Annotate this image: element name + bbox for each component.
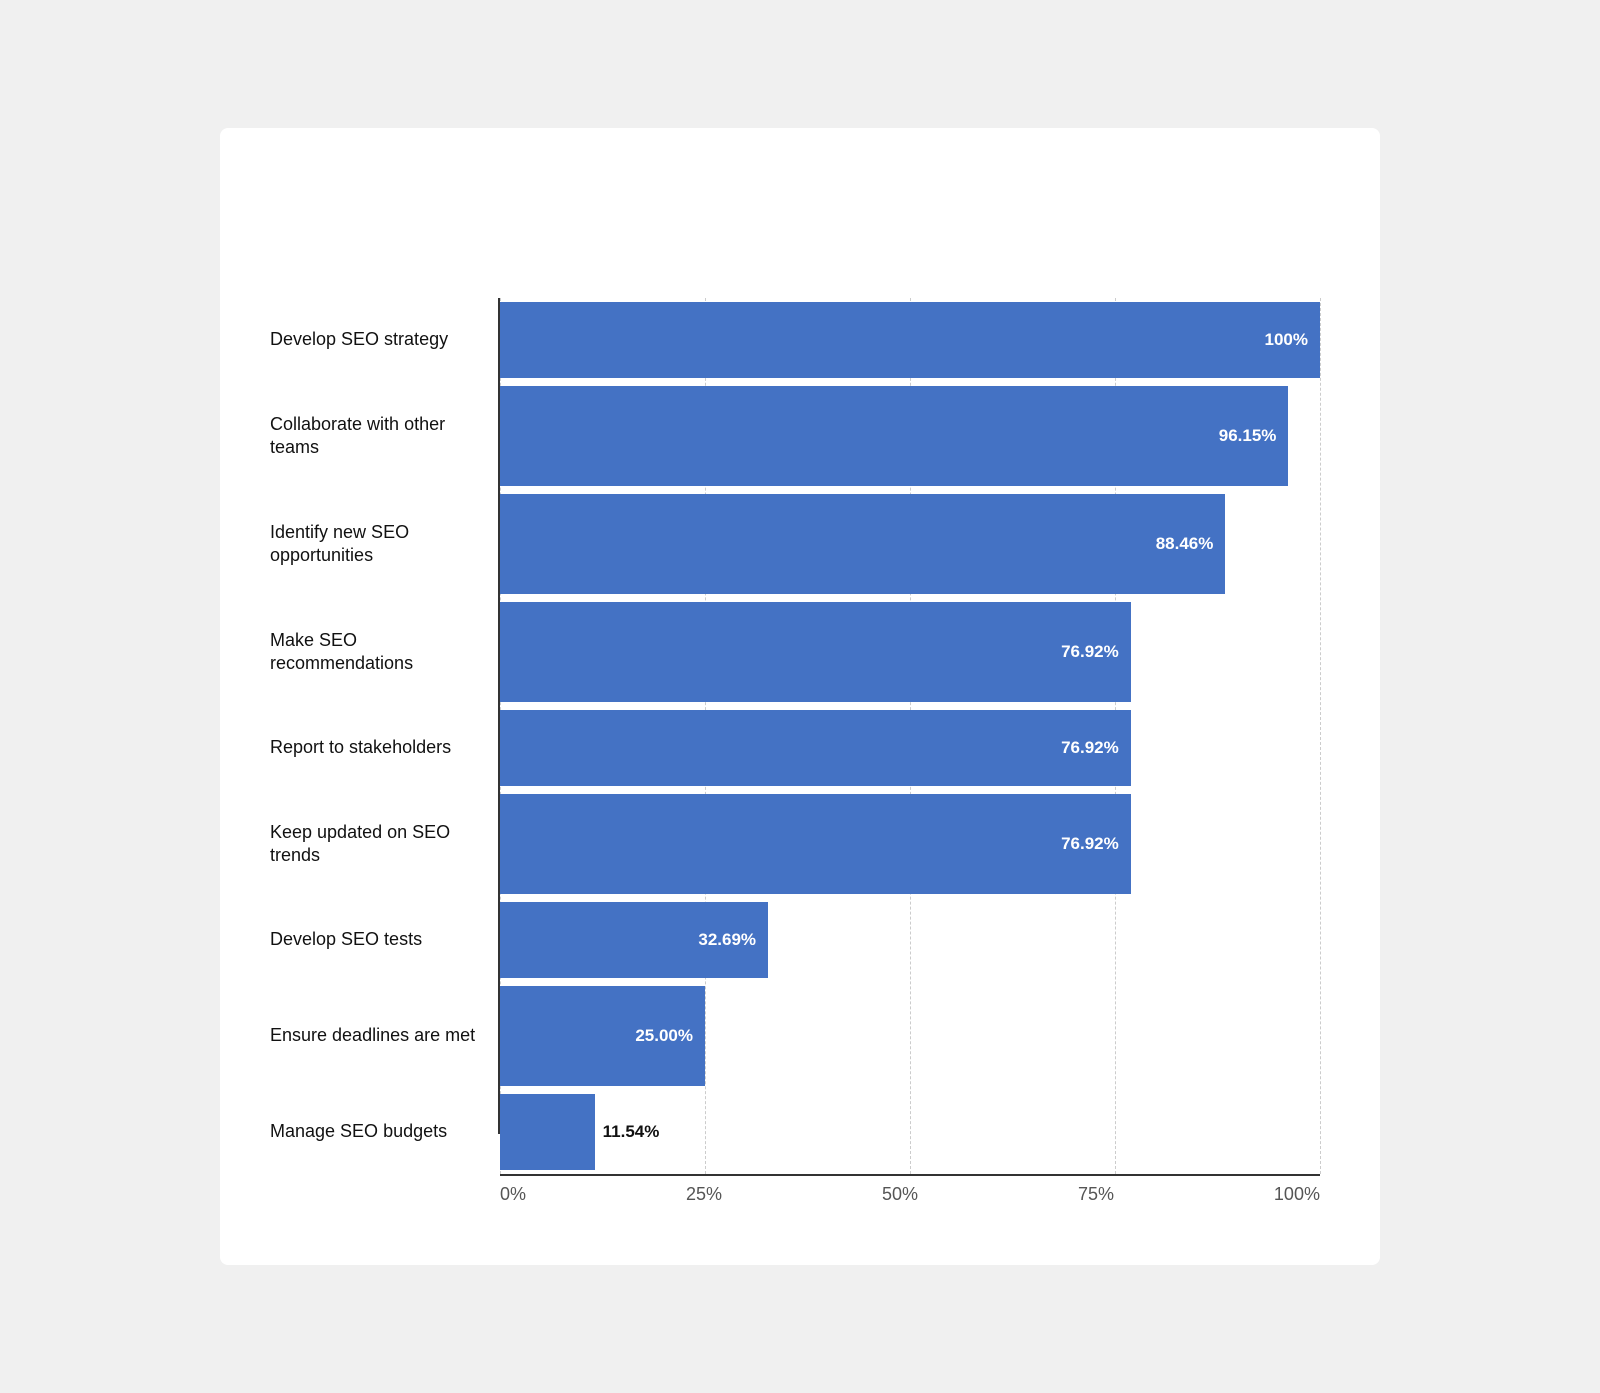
bar-value-6: 32.69%: [698, 930, 756, 950]
x-label-2: 50%: [882, 1184, 918, 1205]
bar-value-1: 96.15%: [1219, 426, 1277, 446]
y-label-3: Make SEO recommendations: [270, 598, 500, 706]
bar-value-outside-8: 11.54%: [603, 1122, 660, 1142]
bar-value-5: 76.92%: [1061, 834, 1119, 854]
bar-wrapper-3: 76.92%: [500, 602, 1320, 702]
bar-2: 88.46%: [500, 494, 1225, 594]
bars-grid: 100% 96.15% 88.46% 76.92% 76.92% 76.92% 32.69%…: [500, 298, 1320, 1174]
bar-wrapper-6: 32.69%: [500, 902, 1320, 978]
bar-row-3: 76.92%: [500, 598, 1320, 706]
bar-wrapper-2: 88.46%: [500, 494, 1320, 594]
bar-value-2: 88.46%: [1156, 534, 1214, 554]
y-label-5: Keep updated on SEO trends: [270, 790, 500, 898]
x-label-0: 0%: [500, 1184, 526, 1205]
x-label-4: 100%: [1274, 1184, 1320, 1205]
x-labels: 0% 25% 50% 75% 100%: [270, 1184, 1320, 1205]
bar-row-7: 25.00%: [500, 982, 1320, 1090]
bar-6: 32.69%: [500, 902, 768, 978]
bar-wrapper-1: 96.15%: [500, 386, 1320, 486]
y-label-8: Manage SEO budgets: [270, 1090, 500, 1174]
bar-row-8: 11.54%: [500, 1090, 1320, 1174]
x-label-1: 25%: [686, 1184, 722, 1205]
bar-value-0: 100%: [1265, 330, 1308, 350]
bar-0: 100%: [500, 302, 1320, 378]
bar-wrapper-8: 11.54%: [500, 1094, 1320, 1170]
y-label-0: Develop SEO strategy: [270, 298, 500, 382]
y-label-7: Ensure deadlines are met: [270, 982, 500, 1090]
y-label-6: Develop SEO tests: [270, 898, 500, 982]
y-label-4: Report to stakeholders: [270, 706, 500, 790]
bar-4: 76.92%: [500, 710, 1131, 786]
chart-body: Develop SEO strategyCollaborate with oth…: [270, 298, 1320, 1174]
chart-container: Develop SEO strategyCollaborate with oth…: [220, 128, 1380, 1265]
bar-wrapper-0: 100%: [500, 302, 1320, 378]
bar-row-0: 100%: [500, 298, 1320, 382]
y-labels: Develop SEO strategyCollaborate with oth…: [270, 298, 500, 1174]
bar-row-6: 32.69%: [500, 898, 1320, 982]
bar-value-4: 76.92%: [1061, 738, 1119, 758]
y-label-2: Identify new SEO opportunities: [270, 490, 500, 598]
chart-title: [270, 188, 1320, 248]
x-label-3: 75%: [1078, 1184, 1114, 1205]
bar-wrapper-7: 25.00%: [500, 986, 1320, 1086]
bar-value-3: 76.92%: [1061, 642, 1119, 662]
chart-area: Develop SEO strategyCollaborate with oth…: [270, 298, 1320, 1205]
bar-3: 76.92%: [500, 602, 1131, 702]
bar-7: 25.00%: [500, 986, 705, 1086]
bar-row-1: 96.15%: [500, 382, 1320, 490]
bar-5: 76.92%: [500, 794, 1131, 894]
x-axis-line: [500, 1174, 1320, 1176]
y-label-1: Collaborate with other teams: [270, 382, 500, 490]
bar-wrapper-5: 76.92%: [500, 794, 1320, 894]
bar-1: 96.15%: [500, 386, 1288, 486]
bar-row-4: 76.92%: [500, 706, 1320, 790]
bar-8: [500, 1094, 595, 1170]
grid-line-100: [1320, 298, 1321, 1174]
bar-row-5: 76.92%: [500, 790, 1320, 898]
bar-value-7: 25.00%: [635, 1026, 693, 1046]
bar-row-2: 88.46%: [500, 490, 1320, 598]
bar-wrapper-4: 76.92%: [500, 710, 1320, 786]
